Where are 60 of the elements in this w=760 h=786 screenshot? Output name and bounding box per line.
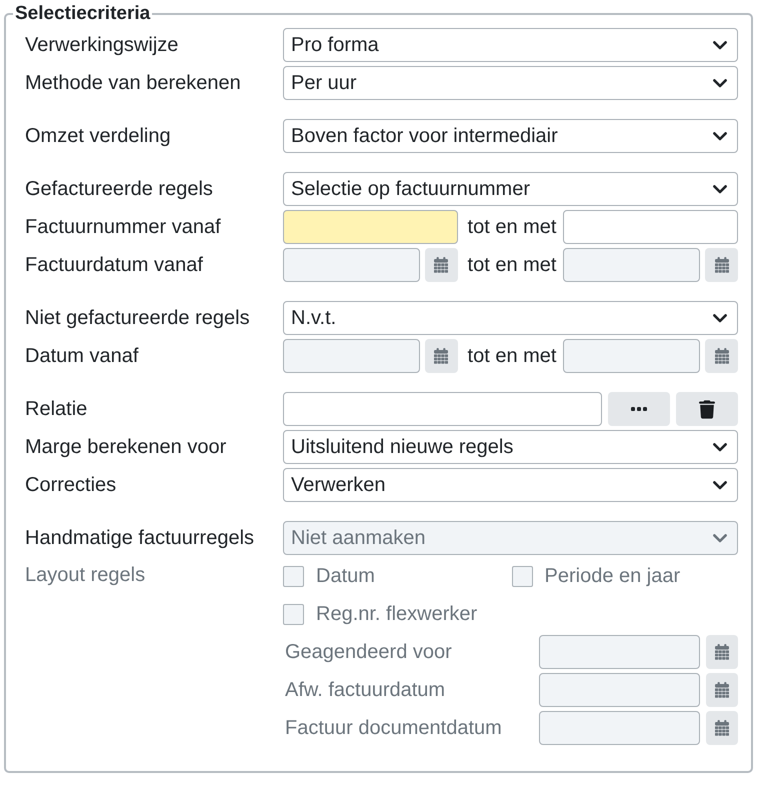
chevron-down-icon [713,442,727,452]
chevron-down-icon [713,78,727,88]
chevron-down-icon [713,534,727,542]
calendar-button[interactable] [424,248,458,282]
chevron-down-icon [713,184,727,194]
field-label: Factuurdatum vanaf [25,254,203,276]
field-label: Gefactureerde regels [25,178,213,200]
field-label: Methode van berekenen [25,72,241,94]
field-label: Relatie [25,398,88,420]
more-button[interactable] [608,392,670,426]
chevron-down-icon [713,40,727,50]
field-label: Marge berekenen voor [25,436,226,458]
field-label: Factuur documentdatum [285,716,503,740]
text-field[interactable] [563,210,738,244]
dropdown[interactable]: N.v.t. [283,301,738,335]
range-separator: tot en met [468,216,556,238]
delete-button[interactable] [676,392,738,426]
field-label: Handmatige factuurregels [25,526,254,550]
dropdown[interactable]: Pro forma [283,28,738,62]
calendar-icon [715,720,729,736]
field-label: Afw. factuurdatum [285,678,446,702]
dropdown[interactable]: Verwerken [283,468,738,502]
calendar-button[interactable] [706,673,738,707]
dropdown: Niet aanmaken [283,521,738,555]
checkbox-label: Periode en jaar [544,564,680,588]
calendar-icon [434,257,448,273]
calendar-icon [715,682,729,698]
field-label: Factuurnummer vanaf [25,216,221,238]
dropdown[interactable]: Uitsluitend nieuwe regels [283,430,738,464]
chevron-down-icon [713,314,727,322]
field-label: Niet gefactureerde regels [25,306,250,330]
ellipsis-icon [631,407,647,411]
checkbox-label: Datum [316,564,375,588]
chevron-down-icon [713,132,727,140]
dropdown[interactable]: Selectie op factuurnummer [283,172,738,206]
text-field[interactable] [283,392,602,426]
dropdown[interactable]: Per uur [283,66,738,100]
calendar-button[interactable] [424,339,458,373]
range-separator: tot en met [468,344,556,368]
calendar-icon [434,348,448,364]
calendar-button[interactable] [706,635,738,669]
field-label: Omzet verdeling [25,124,171,148]
checkbox-label: Reg.nr. flexwerker [316,602,478,626]
section-title: Selectiecriteria [14,3,152,25]
field-label: Verwerkingswijze [25,34,178,56]
calendar-icon [714,257,728,273]
field-label: Correcties [25,474,116,496]
chevron-down-icon [713,480,727,490]
text-field[interactable] [283,210,458,244]
dropdown[interactable]: Boven factor voor intermediair [283,119,738,153]
calendar-button[interactable] [705,339,738,373]
range-separator: tot en met [468,254,556,276]
trash-icon [699,400,715,418]
calendar-icon [714,348,728,364]
field-label: Geagendeerd voor [285,640,453,664]
field-label: Layout regels [25,564,146,587]
calendar-icon [715,644,729,660]
calendar-button[interactable] [706,711,738,745]
calendar-button[interactable] [705,248,738,282]
field-label: Datum vanaf [25,344,138,368]
